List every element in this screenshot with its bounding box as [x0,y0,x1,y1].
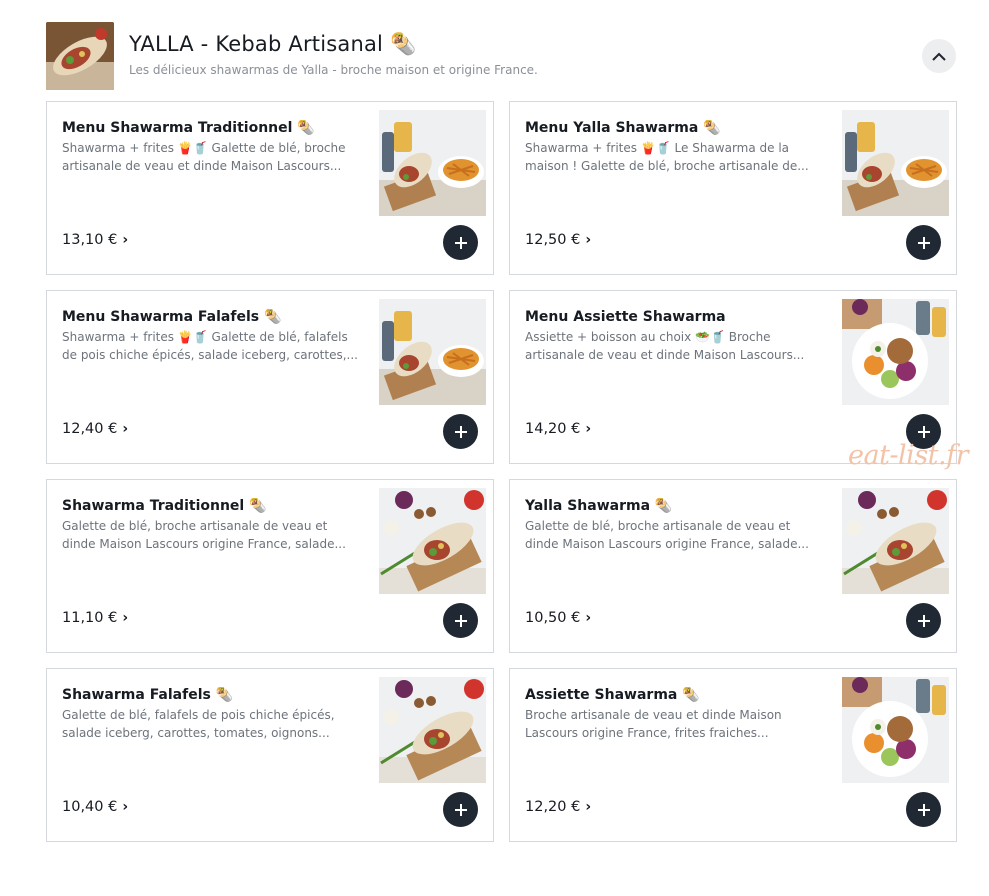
menu-item-card[interactable]: Menu Yalla Shawarma 🌯 Shawarma + frites … [509,101,957,275]
menu-item-name: Menu Shawarma Falafels 🌯 [62,309,282,325]
menu-item-photo [379,299,486,405]
price-value: 12,40 € [62,421,118,437]
menu-item-card[interactable]: Shawarma Falafels 🌯 Galette de blé, fala… [46,668,494,842]
menu-item-name: Menu Yalla Shawarma 🌯 [525,120,721,136]
menu-item-name: Assiette Shawarma 🌯 [525,687,700,703]
restaurant-title: YALLA - Kebab Artisanal 🌯 [129,32,417,56]
menu-item-name: Menu Assiette Shawarma [525,309,726,325]
add-to-cart-button[interactable] [443,603,478,638]
price-value: 11,10 € [62,610,118,626]
menu-item-photo [842,299,949,405]
menu-item-card[interactable]: Yalla Shawarma 🌯 Galette de blé, broche … [509,479,957,653]
add-to-cart-button[interactable] [443,225,478,260]
menu-item-name: Shawarma Falafels 🌯 [62,687,234,703]
menu-item-card[interactable]: Menu Shawarma Traditionnel 🌯 Shawarma + … [46,101,494,275]
plus-icon [454,803,467,816]
add-to-cart-button[interactable] [906,792,941,827]
menu-item-price[interactable]: 10,50 € › [525,610,591,626]
restaurant-header: YALLA - Kebab Artisanal 🌯 Les délicieux … [46,20,956,92]
price-value: 12,20 € [525,799,581,815]
plus-icon [454,236,467,249]
menu-item-price[interactable]: 12,40 € › [62,421,128,437]
menu-item-description: Assiette + boisson au choix 🥗🥤 Broche ar… [525,330,805,362]
plus-icon [917,236,930,249]
chevron-right-icon: › [585,421,592,437]
add-to-cart-button[interactable] [443,792,478,827]
plus-icon [917,614,930,627]
menu-item-price[interactable]: 14,20 € › [525,421,591,437]
menu-item-card[interactable]: Shawarma Traditionnel 🌯 Galette de blé, … [46,479,494,653]
watermark: eat-list.fr [848,440,969,471]
add-to-cart-button[interactable] [906,603,941,638]
menu-item-name: Menu Shawarma Traditionnel 🌯 [62,120,315,136]
price-value: 13,10 € [62,232,118,248]
restaurant-logo [46,22,114,90]
add-to-cart-button[interactable] [906,225,941,260]
chevron-up-icon [932,52,946,61]
menu-item-description: Shawarma + frites 🍟🥤 Le Shawarma de la m… [525,141,809,173]
chevron-right-icon: › [122,421,129,437]
chevron-right-icon: › [585,799,592,815]
menu-item-price[interactable]: 12,50 € › [525,232,591,248]
menu-item-card[interactable]: Menu Shawarma Falafels 🌯 Shawarma + frit… [46,290,494,464]
chevron-right-icon: › [585,610,592,626]
price-value: 14,20 € [525,421,581,437]
menu-grid: Menu Shawarma Traditionnel 🌯 Shawarma + … [46,101,957,842]
collapse-section-button[interactable] [922,39,956,73]
plus-icon [917,803,930,816]
menu-item-description: Galette de blé, broche artisanale de vea… [525,519,809,551]
menu-item-description: Galette de blé, falafels de pois chiche … [62,708,335,740]
menu-item-card[interactable]: Menu Assiette Shawarma Assiette + boisso… [509,290,957,464]
menu-item-name: Yalla Shawarma 🌯 [525,498,673,514]
menu-item-photo [379,110,486,216]
menu-item-card[interactable]: Assiette Shawarma 🌯 Broche artisanale de… [509,668,957,842]
menu-item-photo [379,677,486,783]
price-value: 12,50 € [525,232,581,248]
menu-item-description: Broche artisanale de veau et dinde Maiso… [525,708,782,740]
menu-item-name: Shawarma Traditionnel 🌯 [62,498,267,514]
menu-item-description: Shawarma + frites 🍟🥤 Galette de blé, bro… [62,141,346,173]
menu-item-photo [842,110,949,216]
plus-icon [454,614,467,627]
chevron-right-icon: › [585,232,592,248]
plus-icon [917,425,930,438]
menu-item-price[interactable]: 13,10 € › [62,232,128,248]
chevron-right-icon: › [122,610,129,626]
restaurant-subtitle: Les délicieux shawarmas de Yalla - broch… [129,63,538,77]
menu-item-description: Galette de blé, broche artisanale de vea… [62,519,346,551]
plus-icon [454,425,467,438]
menu-item-price[interactable]: 10,40 € › [62,799,128,815]
menu-item-photo [842,677,949,783]
chevron-right-icon: › [122,232,129,248]
menu-item-price[interactable]: 12,20 € › [525,799,591,815]
price-value: 10,40 € [62,799,118,815]
menu-item-price[interactable]: 11,10 € › [62,610,128,626]
menu-item-photo [379,488,486,594]
price-value: 10,50 € [525,610,581,626]
add-to-cart-button[interactable] [443,414,478,449]
chevron-right-icon: › [122,799,129,815]
menu-item-description: Shawarma + frites 🍟🥤 Galette de blé, fal… [62,330,358,362]
menu-item-photo [842,488,949,594]
